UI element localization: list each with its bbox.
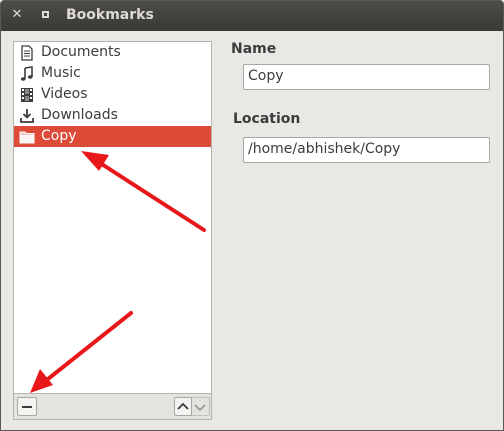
bookmark-label: Music [41, 65, 81, 81]
bookmark-label: Downloads [41, 107, 118, 123]
move-down-button[interactable] [192, 397, 210, 416]
folder-icon [19, 131, 35, 144]
bookmark-item-videos[interactable]: Videos [14, 84, 211, 105]
name-label: Name [231, 41, 277, 57]
film-icon [21, 88, 33, 102]
bookmark-item-copy[interactable]: Copy [14, 126, 211, 147]
bookmark-item-downloads[interactable]: Downloads [14, 105, 211, 126]
list-toolbar [13, 394, 212, 420]
maximize-icon[interactable] [37, 7, 53, 23]
bookmark-label: Copy [41, 128, 77, 144]
move-up-button[interactable] [174, 397, 192, 416]
download-icon [20, 109, 34, 123]
bookmarks-window: ✕ Bookmarks Documents Music Videos Downl… [0, 0, 504, 431]
bookmark-item-documents[interactable]: Documents [14, 42, 211, 63]
title-bar: ✕ Bookmarks [1, 1, 503, 31]
bookmark-label: Videos [41, 86, 88, 102]
document-icon [21, 45, 33, 61]
reorder-buttons [174, 397, 210, 416]
bookmark-list: Documents Music Videos Downloads Copy [13, 41, 212, 394]
chevron-up-icon [177, 402, 189, 410]
music-icon [20, 66, 33, 81]
bookmark-label: Documents [41, 44, 121, 60]
name-field[interactable]: Copy [243, 64, 490, 90]
remove-bookmark-button[interactable] [17, 397, 37, 416]
minus-icon [22, 406, 32, 408]
location-field[interactable]: /home/abhishek/Copy [243, 137, 490, 163]
window-title: Bookmarks [66, 7, 154, 23]
close-icon[interactable]: ✕ [9, 7, 25, 23]
chevron-down-icon [194, 404, 206, 412]
bookmark-item-music[interactable]: Music [14, 63, 211, 84]
location-label: Location [233, 111, 301, 127]
